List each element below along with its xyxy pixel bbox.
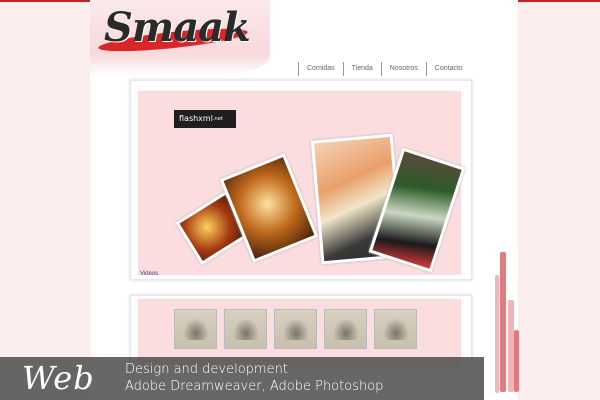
banner-title: Web bbox=[22, 359, 95, 397]
badge-sup: .net bbox=[212, 116, 223, 122]
page-container: Smaak Comidas Tienda Nosotros Contacto f… bbox=[90, 0, 518, 400]
logo-area[interactable]: Smaak bbox=[90, 0, 270, 76]
nav-item-comidas[interactable]: Comidas bbox=[298, 62, 343, 76]
flashxml-badge[interactable]: flashxml.net bbox=[174, 110, 236, 128]
nav-item-tienda[interactable]: Tienda bbox=[342, 62, 381, 76]
photo-lanterns[interactable] bbox=[219, 153, 319, 263]
flash-gallery[interactable]: flashxml.net Videos bbox=[138, 91, 466, 277]
caption-banner: Web Design and development Adobe Dreamwe… bbox=[0, 357, 484, 400]
nav-item-nosotros[interactable]: Nosotros bbox=[380, 62, 426, 76]
main-nav: Comidas Tienda Nosotros Contacto bbox=[298, 62, 471, 76]
thumbnail-3[interactable] bbox=[274, 309, 317, 349]
flash-gallery-frame: flashxml.net Videos bbox=[130, 80, 472, 280]
videos-link[interactable]: Videos bbox=[140, 271, 158, 277]
thumbnail-2[interactable] bbox=[224, 309, 267, 349]
thumbnail-1[interactable] bbox=[174, 309, 217, 349]
thumbnail-4[interactable] bbox=[324, 309, 367, 349]
thumbnail-gallery bbox=[138, 299, 461, 365]
nav-item-contacto[interactable]: Contacto bbox=[425, 62, 471, 76]
badge-text: flashxml bbox=[179, 114, 213, 123]
thumbnail-5[interactable] bbox=[374, 309, 417, 349]
site-logo[interactable]: Smaak bbox=[104, 4, 251, 51]
banner-line-2: Adobe Dreamweaver, Adobe Photoshop bbox=[125, 379, 384, 394]
banner-line-1: Design and development bbox=[125, 362, 288, 377]
